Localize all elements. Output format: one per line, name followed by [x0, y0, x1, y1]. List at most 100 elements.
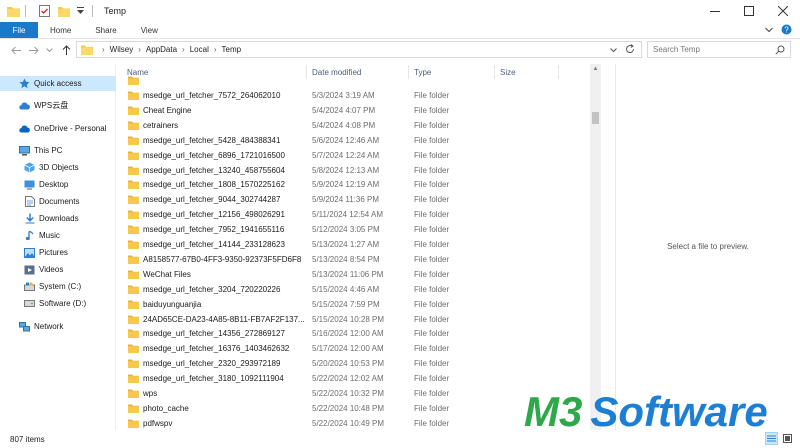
file-name: Cheat Engine — [128, 106, 191, 115]
nav-this-pc[interactable]: This PC — [19, 143, 62, 158]
nav-software-d[interactable]: Software (D:) — [24, 296, 86, 311]
table-row[interactable]: msedge_url_fetcher_16376_1403462632 5/17/… — [118, 341, 590, 356]
address-bar[interactable]: › Wilsey › AppData › Local › Temp — [76, 41, 642, 58]
nav-system-c[interactable]: System (C:) — [24, 279, 81, 294]
folder-icon — [128, 270, 139, 279]
expand-ribbon-icon[interactable] — [765, 25, 773, 35]
breadcrumb-wilsey[interactable]: Wilsey — [110, 45, 134, 54]
nav-onedrive[interactable]: OneDrive - Personal — [19, 121, 106, 136]
minimize-icon[interactable] — [698, 0, 732, 22]
tab-view[interactable]: View — [129, 22, 170, 38]
folder-icon — [128, 285, 139, 294]
cloud-icon — [19, 100, 30, 111]
file-type: File folder — [414, 120, 450, 130]
preview-message: Select a file to preview. — [667, 241, 749, 251]
file-name-text: pdfwspv — [143, 418, 173, 428]
file-name: msedge_url_fetcher_13240_458755604 — [128, 166, 285, 175]
customize-toolbar-icon[interactable] — [73, 4, 87, 18]
table-row[interactable]: msedge_url_fetcher_14144_233128623 5/13/2… — [118, 237, 590, 252]
nav-label: WPS云盘 — [34, 101, 69, 110]
vertical-scrollbar[interactable]: ▲ ▼ — [590, 64, 601, 430]
table-row[interactable]: msedge_url_fetcher_7572_264062010 5/3/202… — [118, 88, 590, 103]
chevron-down-icon[interactable] — [610, 45, 617, 55]
3d-objects-icon — [24, 162, 35, 173]
nav-network[interactable]: Network — [19, 319, 63, 334]
file-type: File folder — [414, 210, 450, 220]
scroll-thumb[interactable] — [592, 112, 599, 124]
back-icon[interactable] — [8, 42, 24, 58]
tab-share[interactable]: Share — [83, 22, 128, 38]
nav-downloads[interactable]: Downloads — [24, 211, 79, 226]
file-name-text: msedge_url_fetcher_14144_233128623 — [143, 240, 285, 249]
table-row[interactable]: photo_cache 5/22/2024 10:48 PM File folder — [118, 401, 590, 416]
folder-icon — [128, 255, 139, 264]
nav-music[interactable]: Music — [24, 228, 60, 243]
file-name-text: wps — [143, 389, 158, 398]
nav-videos[interactable]: Videos — [24, 262, 63, 277]
breadcrumb-separator-icon[interactable]: › — [182, 45, 185, 54]
tab-home[interactable]: Home — [38, 22, 83, 38]
up-icon[interactable] — [58, 42, 74, 58]
breadcrumb-separator-icon[interactable]: › — [138, 45, 141, 54]
properties-icon[interactable] — [37, 4, 51, 18]
table-row[interactable]: msedge_url_fetcher_3180_1092111904 5/22/2… — [118, 371, 590, 386]
table-row[interactable]: msedge_url_fetcher_3204_720220226 5/15/20… — [118, 282, 590, 297]
nav-label: System (C:) — [39, 282, 82, 291]
search-icon[interactable] — [775, 45, 785, 57]
breadcrumb-appdata[interactable]: AppData — [146, 45, 177, 54]
tab-file[interactable]: File — [0, 22, 38, 38]
table-row[interactable]: msedge_url_fetcher_6896_1721016500 5/7/20… — [118, 148, 590, 163]
file-name-text: A8158577-67B0-4FF3-9350-92373F5FD6F8 — [143, 254, 302, 264]
file-name: msedge_url_fetcher_3204_720220226 — [128, 285, 280, 294]
table-row[interactable]: msedge_url_fetcher_14356_272869127 5/16/2… — [118, 326, 590, 341]
date-modified: 5/22/2024 10:49 PM — [312, 418, 385, 428]
file-name-text: msedge_url_fetcher_12156_498026291 — [143, 210, 285, 220]
nav-wps-cloud[interactable]: WPS云盘 — [19, 98, 68, 113]
table-row[interactable]: msedge_url_fetcher_9044_302744287 5/9/202… — [118, 192, 590, 207]
forward-icon[interactable] — [26, 42, 42, 58]
table-row[interactable]: wps 5/22/2024 10:32 PM File folder — [118, 386, 590, 401]
nav-pictures[interactable]: Pictures — [24, 245, 68, 260]
search-box[interactable] — [647, 41, 791, 58]
table-row[interactable]: baiduyunguanjia 5/15/2024 7:59 PM File fol… — [118, 297, 590, 312]
details-view-icon[interactable] — [765, 432, 778, 445]
search-input[interactable] — [653, 45, 773, 54]
close-icon[interactable] — [766, 0, 800, 22]
scroll-down-icon[interactable]: ▼ — [590, 420, 601, 430]
table-row[interactable]: msedge_url_fetcher_5428_484388341 5/6/202… — [118, 133, 590, 148]
nav-documents[interactable]: Documents — [24, 194, 79, 209]
table-row[interactable]: A8158577-67B0-4FF3-9350-92373F5FD6F8 5/13… — [118, 252, 590, 267]
drive-d-icon — [24, 298, 35, 309]
nav-3d-objects[interactable]: 3D Objects — [24, 160, 79, 175]
breadcrumb-temp[interactable]: Temp — [222, 45, 242, 54]
large-icons-view-icon[interactable] — [781, 432, 794, 445]
breadcrumb-local[interactable]: Local — [190, 45, 209, 54]
table-row[interactable]: msedge_url_fetcher_13240_458755604 5/8/20… — [118, 163, 590, 178]
scroll-up-icon[interactable]: ▲ — [590, 64, 601, 74]
nav-desktop[interactable]: Desktop — [24, 177, 68, 192]
recent-locations-icon[interactable] — [41, 42, 57, 58]
file-type: File folder — [414, 254, 450, 264]
folder-icon — [128, 240, 139, 249]
file-name: msedge_url_fetcher_12156_498026291 — [128, 210, 285, 220]
file-type: File folder — [414, 135, 450, 145]
help-icon[interactable]: ? — [781, 24, 792, 37]
table-row[interactable]: pdfwspv 5/22/2024 10:49 PM File folder — [118, 416, 590, 430]
table-row[interactable]: Cheat Engine 5/4/2024 4:07 PM File folder — [118, 103, 590, 118]
table-row[interactable]: msedge_url_fetcher_2320_293972189 5/20/20… — [118, 356, 590, 371]
maximize-icon[interactable] — [732, 0, 766, 22]
table-row[interactable]: msedge_url_fetcher_1808_1570225162 5/9/20… — [118, 177, 590, 192]
downloads-icon — [24, 213, 35, 224]
breadcrumb-separator-icon[interactable]: › — [214, 45, 217, 54]
table-row[interactable]: cetrainers 5/4/2024 4:08 PM File folder — [118, 118, 590, 133]
table-row[interactable]: WeChat Files 5/13/2024 11:06 PM File folde… — [118, 267, 590, 282]
refresh-icon[interactable] — [625, 43, 635, 56]
table-row[interactable]: msedge_url_fetcher_7952_1941655116 5/12/2… — [118, 222, 590, 237]
table-row[interactable]: 24AD65CE-DA23-4A85-8B11-FB7AF2F137... 5/1… — [118, 312, 590, 327]
table-row[interactable]: msedge_url_fetcher_12156_498026291 5/11/2… — [118, 207, 590, 222]
file-name-text: msedge_url_fetcher_2320_293972189 — [143, 359, 281, 369]
file-name: 24AD65CE-DA23-4A85-8B11-FB7AF2F137... — [128, 315, 305, 324]
nav-quick-access[interactable]: Quick access — [0, 76, 116, 91]
new-folder-icon[interactable] — [57, 4, 71, 18]
breadcrumb-separator-icon[interactable]: › — [102, 45, 105, 54]
